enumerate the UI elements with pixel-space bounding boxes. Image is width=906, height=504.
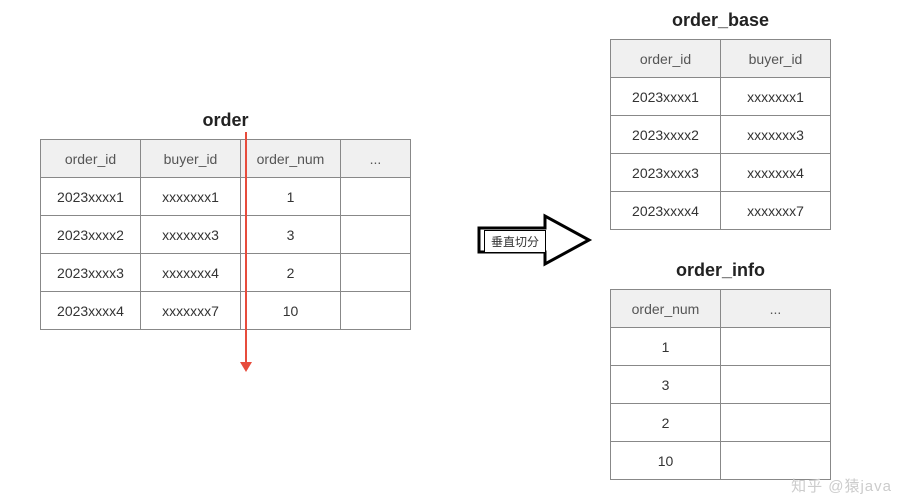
arrow-label: 垂直切分	[484, 230, 546, 253]
cell	[721, 328, 831, 366]
cell: 1	[611, 328, 721, 366]
order-table: order_id buyer_id order_num ... 2023xxxx…	[40, 139, 411, 330]
cell: 1	[241, 178, 341, 216]
cell: 2023xxxx3	[41, 254, 141, 292]
cell: 3	[241, 216, 341, 254]
cell: xxxxxxx3	[721, 116, 831, 154]
table-row: 2023xxxx3 xxxxxxx4	[611, 154, 831, 192]
cell	[721, 366, 831, 404]
col-header: buyer_id	[721, 40, 831, 78]
cell: 10	[611, 442, 721, 480]
cell	[341, 292, 411, 330]
cell: xxxxxxx1	[141, 178, 241, 216]
watermark-text: 知乎 @猿java	[791, 475, 892, 496]
cell: xxxxxxx7	[721, 192, 831, 230]
cell: 2023xxxx2	[41, 216, 141, 254]
cell	[341, 216, 411, 254]
order-info-table: order_num ... 1 3 2 10	[610, 289, 831, 480]
col-header: buyer_id	[141, 140, 241, 178]
cell: xxxxxxx3	[141, 216, 241, 254]
table-row: 2023xxxx2 xxxxxxx3 3	[41, 216, 411, 254]
cell: 10	[241, 292, 341, 330]
table-row: 2023xxxx4 xxxxxxx7	[611, 192, 831, 230]
table-row: 2023xxxx1 xxxxxxx1	[611, 78, 831, 116]
col-header: ...	[721, 290, 831, 328]
order-table-title: order	[40, 110, 411, 131]
cell: 2	[611, 404, 721, 442]
table-row: 1	[611, 328, 831, 366]
table-header-row: order_id buyer_id order_num ...	[41, 140, 411, 178]
table-row: 3	[611, 366, 831, 404]
col-header: order_num	[241, 140, 341, 178]
order-base-table-block: order_base order_id buyer_id 2023xxxx1 x…	[610, 10, 831, 230]
table-row: 2023xxxx4 xxxxxxx7 10	[41, 292, 411, 330]
col-header: order_id	[41, 140, 141, 178]
cell: 2023xxxx2	[611, 116, 721, 154]
cell	[341, 254, 411, 292]
cell: xxxxxxx4	[141, 254, 241, 292]
order-table-block: order order_id buyer_id order_num ... 20…	[40, 110, 411, 330]
order-base-table: order_id buyer_id 2023xxxx1 xxxxxxx1 202…	[610, 39, 831, 230]
col-header: ...	[341, 140, 411, 178]
order-info-table-block: order_info order_num ... 1 3 2 10	[610, 260, 831, 480]
cell: 2023xxxx3	[611, 154, 721, 192]
cell	[721, 442, 831, 480]
table-header-row: order_num ...	[611, 290, 831, 328]
cell: xxxxxxx4	[721, 154, 831, 192]
cell: xxxxxxx7	[141, 292, 241, 330]
table-row: 2023xxxx2 xxxxxxx3	[611, 116, 831, 154]
cell: 2023xxxx4	[611, 192, 721, 230]
split-line-arrow	[245, 132, 247, 370]
table-row: 2	[611, 404, 831, 442]
table-row: 2023xxxx3 xxxxxxx4 2	[41, 254, 411, 292]
cell: xxxxxxx1	[721, 78, 831, 116]
table-row: 10	[611, 442, 831, 480]
cell: 3	[611, 366, 721, 404]
cell: 2023xxxx1	[611, 78, 721, 116]
order-info-table-title: order_info	[610, 260, 831, 281]
cell	[721, 404, 831, 442]
cell: 2023xxxx4	[41, 292, 141, 330]
col-header: order_num	[611, 290, 721, 328]
order-base-table-title: order_base	[610, 10, 831, 31]
cell: 2023xxxx1	[41, 178, 141, 216]
table-row: 2023xxxx1 xxxxxxx1 1	[41, 178, 411, 216]
cell	[341, 178, 411, 216]
col-header: order_id	[611, 40, 721, 78]
cell: 2	[241, 254, 341, 292]
table-header-row: order_id buyer_id	[611, 40, 831, 78]
